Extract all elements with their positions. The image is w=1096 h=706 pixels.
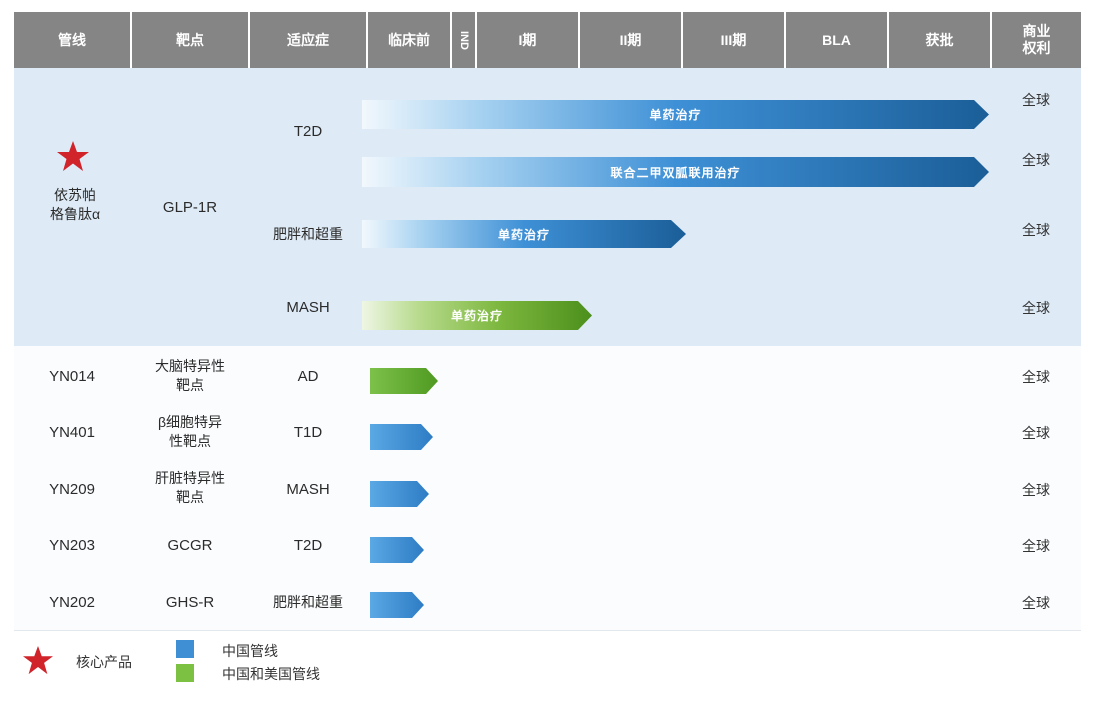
- row-pipeline: YN401: [49, 423, 95, 441]
- row-indication: AD: [297, 367, 319, 385]
- header-approved: 获批: [889, 12, 990, 68]
- row-pipeline: YN209: [49, 480, 95, 498]
- legend-core-product-label: 核心产品: [76, 654, 132, 670]
- row-indication: MASH: [286, 480, 330, 498]
- bar-t2d-monotherapy: 单药治疗: [362, 100, 989, 129]
- indication-obesity: 肥胖和超重: [273, 225, 343, 242]
- row-target: 大脑特异性 靶点: [155, 358, 225, 393]
- header-preclinical: 临床前: [368, 12, 450, 68]
- star-icon: [23, 645, 53, 675]
- row-indication: 肥胖和超重: [273, 593, 343, 610]
- bar-mash-monotherapy: 单药治疗: [362, 301, 592, 330]
- header-commercial-rights: 商业 权利: [992, 12, 1081, 68]
- row-indication: T1D: [293, 423, 323, 441]
- row-progress-bar: [370, 424, 433, 450]
- header-phase-3: III期: [683, 12, 784, 68]
- row-rights: 全球: [1022, 425, 1050, 441]
- row-rights: 全球: [1022, 482, 1050, 498]
- row-target: GHS-R: [165, 593, 215, 611]
- row-target: β细胞特异 性靶点: [157, 414, 223, 449]
- header-bla: BLA: [786, 12, 887, 68]
- legend-china-label: 中国管线: [222, 643, 278, 659]
- indication-t2d: T2D: [293, 122, 323, 140]
- header-phase-1: I期: [477, 12, 578, 68]
- row-progress-bar: [370, 368, 438, 394]
- header-phase-2: II期: [580, 12, 681, 68]
- row-target: GCGR: [167, 536, 213, 554]
- legend-blue-swatch: [176, 640, 194, 658]
- rights-mash: 全球: [1022, 300, 1050, 316]
- bar-obesity-monotherapy: 单药治疗: [362, 220, 686, 248]
- row-rights: 全球: [1022, 595, 1050, 611]
- row-pipeline: YN014: [49, 367, 95, 385]
- row-target: 肝脏特异性 靶点: [155, 470, 225, 505]
- header-indication: 适应症: [250, 12, 366, 68]
- legend-green-swatch: [176, 664, 194, 682]
- row-rights: 全球: [1022, 538, 1050, 554]
- rights-t2d-combo: 全球: [1022, 152, 1050, 168]
- row-pipeline: YN202: [49, 593, 95, 611]
- indication-mash: MASH: [286, 298, 330, 316]
- core-product-name: 依苏帕 格鲁肽α: [49, 187, 101, 222]
- header-ind: IND: [452, 12, 475, 68]
- row-progress-bar: [370, 481, 429, 507]
- header-pipeline: 管线: [14, 12, 130, 68]
- row-rights: 全球: [1022, 369, 1050, 385]
- rights-t2d-mono: 全球: [1022, 92, 1050, 108]
- star-icon: [57, 141, 89, 171]
- bar-t2d-metformin-combo: 联合二甲双胍联用治疗: [362, 157, 989, 187]
- legend-china-us-label: 中国和美国管线: [222, 666, 320, 682]
- row-indication: T2D: [293, 536, 323, 554]
- rights-obesity: 全球: [1022, 222, 1050, 238]
- row-pipeline: YN203: [49, 536, 95, 554]
- header-target: 靶点: [132, 12, 248, 68]
- core-product-target: GLP-1R: [162, 198, 218, 216]
